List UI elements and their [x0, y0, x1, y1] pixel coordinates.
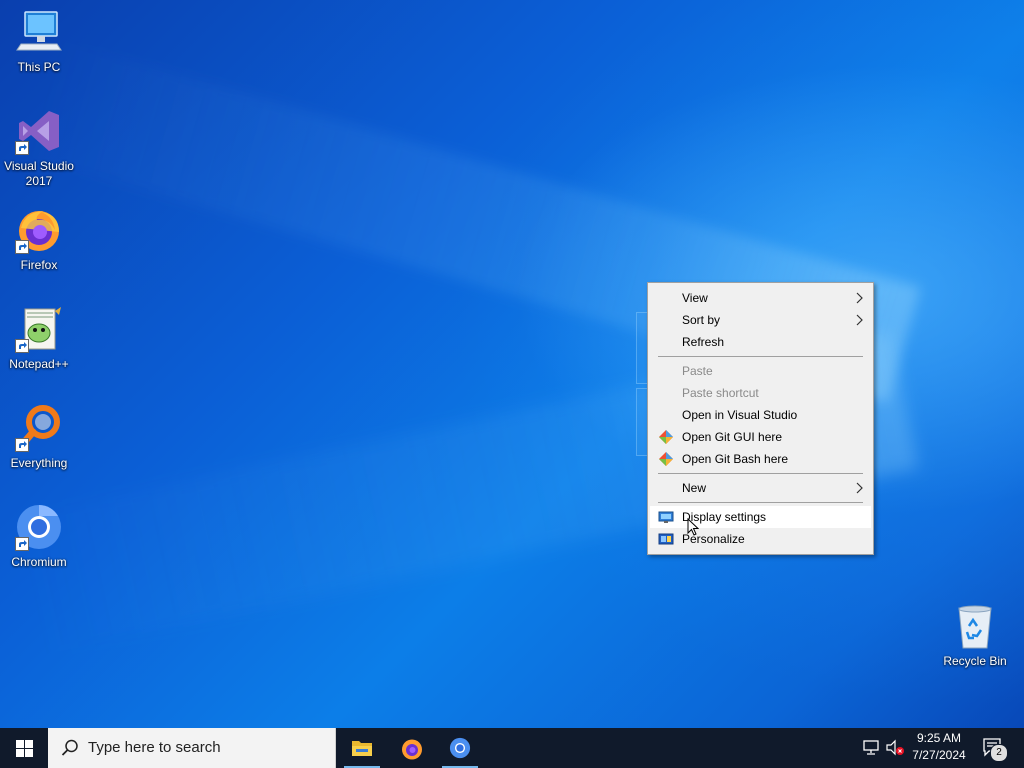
recycle-bin-icon	[951, 602, 999, 650]
taskbar-chromium[interactable]	[436, 728, 484, 768]
menu-item-label: View	[682, 291, 708, 305]
desktop-icon-recycle-bin[interactable]: Recycle Bin	[937, 602, 1013, 669]
menu-item-view[interactable]: View	[650, 287, 871, 309]
desktop-icon-label: Everything	[10, 456, 68, 470]
taskbar-file-explorer[interactable]	[338, 728, 386, 768]
chevron-right-icon	[856, 482, 863, 494]
taskbar-clock[interactable]: 9:25 AM 7/27/2024	[904, 730, 974, 764]
chevron-right-icon	[856, 314, 863, 326]
taskbar-search-box[interactable]: Type here to search	[48, 728, 336, 768]
search-icon	[61, 739, 78, 756]
file-explorer-icon	[352, 741, 372, 756]
menu-item-label: New	[682, 481, 707, 495]
this-pc-icon	[15, 8, 63, 56]
firefox-icon	[15, 206, 63, 254]
volume-muted-icon[interactable]	[885, 739, 905, 757]
desktop-icon-label: Visual Studio 2017	[4, 159, 74, 188]
menu-item-display-settings[interactable]: Display settings	[650, 506, 871, 528]
menu-item-label: Open Git GUI here	[682, 430, 783, 444]
desktop-icon-everything[interactable]: Everything	[1, 404, 77, 471]
desktop-icon-visual-studio[interactable]: Visual Studio 2017	[1, 107, 77, 189]
display-icon	[658, 511, 674, 523]
visual-studio-icon	[15, 107, 63, 155]
clock-time: 9:25 AM	[916, 731, 962, 745]
chromium-icon	[15, 503, 63, 551]
menu-item-label: Paste	[682, 364, 713, 378]
chevron-right-icon	[856, 292, 863, 304]
desktop-icon-firefox[interactable]: Firefox	[1, 206, 77, 273]
desktop[interactable]: This PC Visual Studio 2017 Firefox Notep…	[0, 0, 1024, 728]
notification-count-badge: 2	[990, 744, 1008, 762]
taskbar-firefox[interactable]	[388, 728, 436, 768]
menu-item-open-git-bash[interactable]: Open Git Bash here	[650, 448, 871, 470]
notepadpp-icon	[15, 305, 63, 353]
shortcut-arrow-icon	[15, 141, 29, 155]
menu-item-label: Paste shortcut	[682, 386, 759, 400]
menu-item-label: Open Git Bash here	[682, 452, 789, 466]
menu-item-personalize[interactable]: Personalize	[650, 528, 871, 550]
menu-item-new[interactable]: New	[650, 477, 871, 499]
desktop-icon-label: Recycle Bin	[943, 654, 1007, 668]
desktop-icon-this-pc[interactable]: This PC	[1, 8, 77, 75]
shortcut-arrow-icon	[15, 537, 29, 551]
menu-item-open-in-visual-studio[interactable]: Open in Visual Studio	[650, 404, 871, 426]
shortcut-arrow-icon	[15, 240, 29, 254]
desktop-icon-label: This PC	[17, 60, 61, 74]
git-icon	[659, 430, 673, 444]
desktop-icon-chromium[interactable]: Chromium	[1, 503, 77, 570]
shortcut-arrow-icon	[15, 339, 29, 353]
menu-item-paste-shortcut[interactable]: Paste shortcut	[650, 382, 871, 404]
personalize-icon	[658, 533, 674, 545]
git-icon	[659, 452, 673, 466]
menu-separator	[658, 356, 863, 357]
clock-date: 7/27/2024	[912, 748, 966, 762]
desktop-icon-label: Chromium	[11, 555, 67, 569]
desktop-context-menu: View Sort by Refresh Paste Paste shortcu…	[647, 282, 874, 555]
menu-item-sort-by[interactable]: Sort by	[650, 309, 871, 331]
desktop-icon-label: Firefox	[20, 258, 58, 272]
desktop-icon-notepadpp[interactable]: Notepad++	[1, 305, 77, 372]
menu-separator	[658, 473, 863, 474]
start-button[interactable]	[0, 728, 48, 768]
menu-separator	[658, 502, 863, 503]
menu-item-label: Sort by	[682, 313, 721, 327]
network-icon[interactable]	[862, 740, 880, 756]
menu-item-label: Refresh	[682, 335, 725, 349]
menu-item-refresh[interactable]: Refresh	[650, 331, 871, 353]
firefox-icon	[402, 739, 422, 760]
menu-item-open-git-gui[interactable]: Open Git GUI here	[650, 426, 871, 448]
everything-icon	[15, 404, 63, 452]
taskbar: Type here to search 9:25 AM 7/27/2024 2	[0, 728, 1024, 768]
menu-item-paste[interactable]: Paste	[650, 360, 871, 382]
desktop-icon-label: Notepad++	[9, 357, 69, 371]
mouse-cursor-icon	[687, 518, 699, 536]
menu-item-label: Open in Visual Studio	[682, 408, 798, 422]
chromium-icon	[449, 737, 471, 759]
shortcut-arrow-icon	[15, 438, 29, 452]
action-center-button[interactable]: 2	[980, 736, 1008, 762]
search-placeholder: Type here to search	[88, 739, 221, 756]
windows-logo-icon	[16, 740, 33, 757]
